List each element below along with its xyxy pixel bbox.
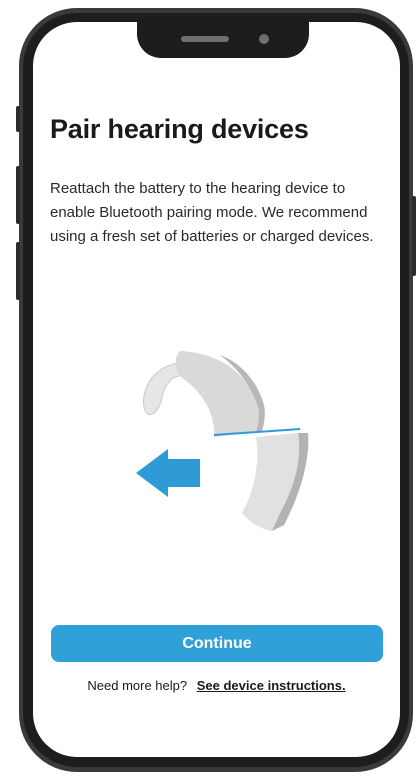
hearing-device-body xyxy=(175,351,259,437)
battery-door xyxy=(242,433,300,531)
side-button-mute xyxy=(16,106,20,132)
device-instructions-link[interactable]: See device instructions. xyxy=(197,678,346,693)
camera-icon xyxy=(259,34,269,44)
help-prefix-text: Need more help? xyxy=(87,678,188,693)
phone-notch xyxy=(137,22,309,58)
arrow-left-icon xyxy=(136,449,200,497)
hearing-device-battery-illustration xyxy=(136,351,309,531)
page-title: Pair hearing devices xyxy=(50,114,309,144)
side-button-power xyxy=(412,196,416,276)
side-button-volume-down xyxy=(16,242,20,300)
speaker-icon xyxy=(181,36,229,42)
help-row: Need more help? See device instructions. xyxy=(0,678,419,693)
continue-button[interactable]: Continue xyxy=(51,625,383,662)
instructions-text: Reattach the battery to the hearing devi… xyxy=(50,180,374,245)
side-button-volume-up xyxy=(16,166,20,224)
